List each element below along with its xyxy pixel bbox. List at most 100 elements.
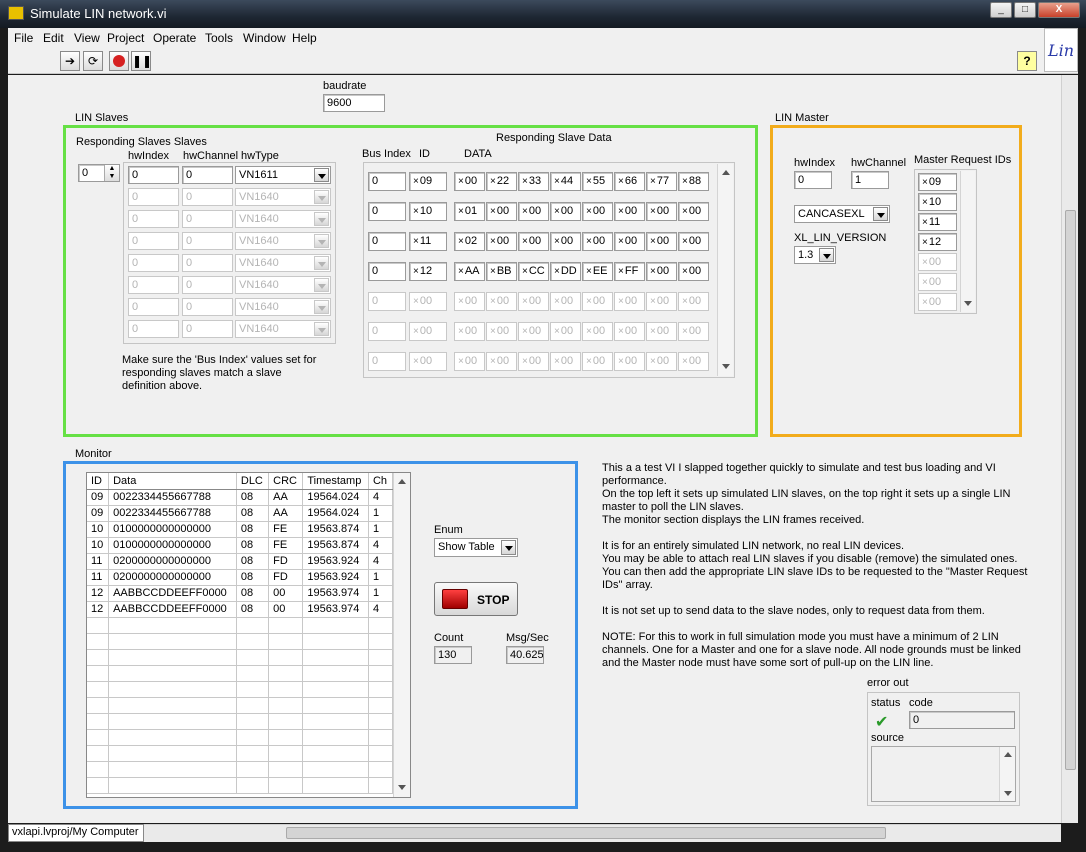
slave-id-input[interactable]: 00 bbox=[409, 292, 447, 311]
slave-data-byte-input[interactable]: 00 bbox=[614, 202, 645, 221]
chevron-down-icon[interactable] bbox=[314, 322, 329, 336]
chevron-down-icon[interactable] bbox=[501, 540, 516, 555]
slave-data-byte-input[interactable]: 00 bbox=[646, 202, 677, 221]
slave-data-byte-input[interactable]: 00 bbox=[582, 232, 613, 251]
chevron-down-icon[interactable] bbox=[314, 168, 329, 182]
slave-hwtype-dropdown[interactable]: VN1611 bbox=[235, 166, 331, 184]
slave-hwchannel-input[interactable]: 0 bbox=[182, 188, 233, 206]
table-row[interactable] bbox=[87, 681, 394, 698]
slave-hwtype-dropdown[interactable]: VN1640 bbox=[235, 210, 331, 228]
table-row[interactable] bbox=[87, 665, 394, 682]
slave-hwchannel-input[interactable]: 0 bbox=[182, 320, 233, 338]
slave-data-byte-input[interactable]: 66 bbox=[614, 172, 645, 191]
slave-data-byte-input[interactable]: 00 bbox=[678, 232, 709, 251]
chevron-down-icon[interactable] bbox=[314, 212, 329, 226]
enum-dropdown[interactable]: Show Table bbox=[434, 538, 518, 557]
slave-data-byte-input[interactable]: 00 bbox=[550, 202, 581, 221]
chevron-down-icon[interactable] bbox=[314, 300, 329, 314]
pause-icon[interactable]: ❚❚ bbox=[131, 51, 152, 71]
chevron-down-icon[interactable] bbox=[314, 278, 329, 292]
master-hwchannel-input[interactable]: 1 bbox=[851, 171, 889, 189]
menu-operate[interactable]: Operate bbox=[153, 31, 196, 45]
slave-hwtype-dropdown[interactable]: VN1640 bbox=[235, 232, 331, 250]
vertical-scroll-thumb[interactable] bbox=[1065, 210, 1076, 770]
slave-data-byte-input[interactable]: EE bbox=[582, 262, 613, 281]
slave-hwchannel-input[interactable]: 0 bbox=[182, 298, 233, 316]
slave-bus-index-input[interactable]: 0 bbox=[368, 172, 406, 191]
slave-data-byte-input[interactable]: 00 bbox=[678, 322, 709, 341]
slave-bus-index-input[interactable]: 0 bbox=[368, 202, 406, 221]
menu-window[interactable]: Window bbox=[243, 31, 286, 45]
run-arrow-icon[interactable]: ➔ bbox=[60, 51, 80, 71]
slave-data-byte-input[interactable]: 00 bbox=[454, 292, 485, 311]
slave-data-byte-input[interactable]: 00 bbox=[486, 352, 517, 371]
master-request-id-input[interactable]: 11 bbox=[918, 213, 957, 231]
slave-hwindex-input[interactable]: 0 bbox=[128, 276, 179, 294]
slave-data-byte-input[interactable]: 22 bbox=[486, 172, 517, 191]
slave-data-byte-input[interactable]: 00 bbox=[678, 292, 709, 311]
chevron-down-icon[interactable] bbox=[314, 256, 329, 270]
slave-data-byte-input[interactable]: 00 bbox=[518, 322, 549, 341]
slave-id-input[interactable]: 11 bbox=[409, 232, 447, 251]
slave-data-byte-input[interactable]: 00 bbox=[454, 352, 485, 371]
slave-data-scrollbar[interactable] bbox=[717, 164, 733, 376]
master-request-id-input[interactable]: 12 bbox=[918, 233, 957, 251]
slave-data-byte-input[interactable]: AA bbox=[454, 262, 485, 281]
abort-icon[interactable] bbox=[109, 51, 129, 71]
slave-data-byte-input[interactable]: 00 bbox=[646, 322, 677, 341]
slave-hwchannel-input[interactable]: 0 bbox=[182, 276, 233, 294]
master-hwindex-input[interactable]: 0 bbox=[794, 171, 832, 189]
slave-data-byte-input[interactable]: 00 bbox=[678, 352, 709, 371]
slave-data-byte-input[interactable]: 02 bbox=[454, 232, 485, 251]
chevron-down-icon[interactable] bbox=[314, 190, 329, 204]
slave-data-byte-input[interactable]: 77 bbox=[646, 172, 677, 191]
panel-vertical-scrollbar[interactable] bbox=[1061, 75, 1078, 823]
table-row[interactable] bbox=[87, 729, 394, 746]
slave-data-byte-input[interactable]: 00 bbox=[646, 352, 677, 371]
slave-hwchannel-input[interactable]: 0 bbox=[182, 210, 233, 228]
table-row[interactable]: 11 0200000000000000 08 FD 19563.924 1 bbox=[87, 569, 394, 586]
slave-data-byte-input[interactable]: 00 bbox=[582, 202, 613, 221]
slave-data-byte-input[interactable]: 01 bbox=[454, 202, 485, 221]
slave-data-byte-input[interactable]: 00 bbox=[550, 322, 581, 341]
master-request-id-input[interactable]: 10 bbox=[918, 193, 957, 211]
slave-bus-index-input[interactable]: 0 bbox=[368, 292, 406, 311]
slave-hwindex-input[interactable]: 0 bbox=[128, 188, 179, 206]
table-row[interactable]: 09 0022334455667788 08 AA 19564.024 1 bbox=[87, 505, 394, 522]
slave-data-byte-input[interactable]: 00 bbox=[646, 232, 677, 251]
lin-version-dropdown[interactable]: 1.3 bbox=[794, 246, 836, 264]
slave-data-byte-input[interactable]: 33 bbox=[518, 172, 549, 191]
table-row[interactable] bbox=[87, 633, 394, 650]
master-request-id-input[interactable]: 00 bbox=[918, 273, 957, 291]
chevron-down-icon[interactable] bbox=[314, 234, 329, 248]
baudrate-input[interactable]: 9600 bbox=[323, 94, 385, 112]
table-row[interactable]: 10 0100000000000000 08 FE 19563.874 4 bbox=[87, 537, 394, 554]
chevron-down-icon[interactable] bbox=[873, 207, 888, 221]
slave-data-byte-input[interactable]: 00 bbox=[678, 262, 709, 281]
slave-data-byte-input[interactable]: 00 bbox=[486, 202, 517, 221]
slave-hwindex-input[interactable]: 0 bbox=[128, 166, 179, 184]
slave-hwindex-input[interactable]: 0 bbox=[128, 320, 179, 338]
minimize-button[interactable]: _ bbox=[990, 2, 1012, 18]
table-row[interactable] bbox=[87, 777, 394, 794]
master-request-id-input[interactable]: 09 bbox=[918, 173, 957, 191]
slave-data-byte-input[interactable]: 00 bbox=[550, 292, 581, 311]
slave-bus-index-input[interactable]: 0 bbox=[368, 322, 406, 341]
monitor-table[interactable]: ID Data DLC CRC Timestamp Ch 09 00223344556677… bbox=[86, 472, 411, 798]
slave-data-byte-input[interactable]: 00 bbox=[550, 232, 581, 251]
slave-data-byte-input[interactable]: 00 bbox=[486, 322, 517, 341]
slave-bus-index-input[interactable]: 0 bbox=[368, 352, 406, 371]
slave-data-byte-input[interactable]: 00 bbox=[518, 292, 549, 311]
master-hwtype-dropdown[interactable]: CANCASEXL bbox=[794, 205, 890, 223]
slave-data-byte-input[interactable]: 00 bbox=[518, 232, 549, 251]
slave-data-byte-input[interactable]: 00 bbox=[454, 172, 485, 191]
slave-hwchannel-input[interactable]: 0 bbox=[182, 254, 233, 272]
slave-hwindex-input[interactable]: 0 bbox=[128, 298, 179, 316]
slave-bus-index-input[interactable]: 0 bbox=[368, 262, 406, 281]
close-button[interactable]: X bbox=[1038, 2, 1080, 18]
table-row[interactable]: 10 0100000000000000 08 FE 19563.874 1 bbox=[87, 521, 394, 538]
slave-hwtype-dropdown[interactable]: VN1640 bbox=[235, 276, 331, 294]
slave-hwindex-input[interactable]: 0 bbox=[128, 254, 179, 272]
menu-file[interactable]: File bbox=[14, 31, 33, 45]
slave-data-byte-input[interactable]: 55 bbox=[582, 172, 613, 191]
